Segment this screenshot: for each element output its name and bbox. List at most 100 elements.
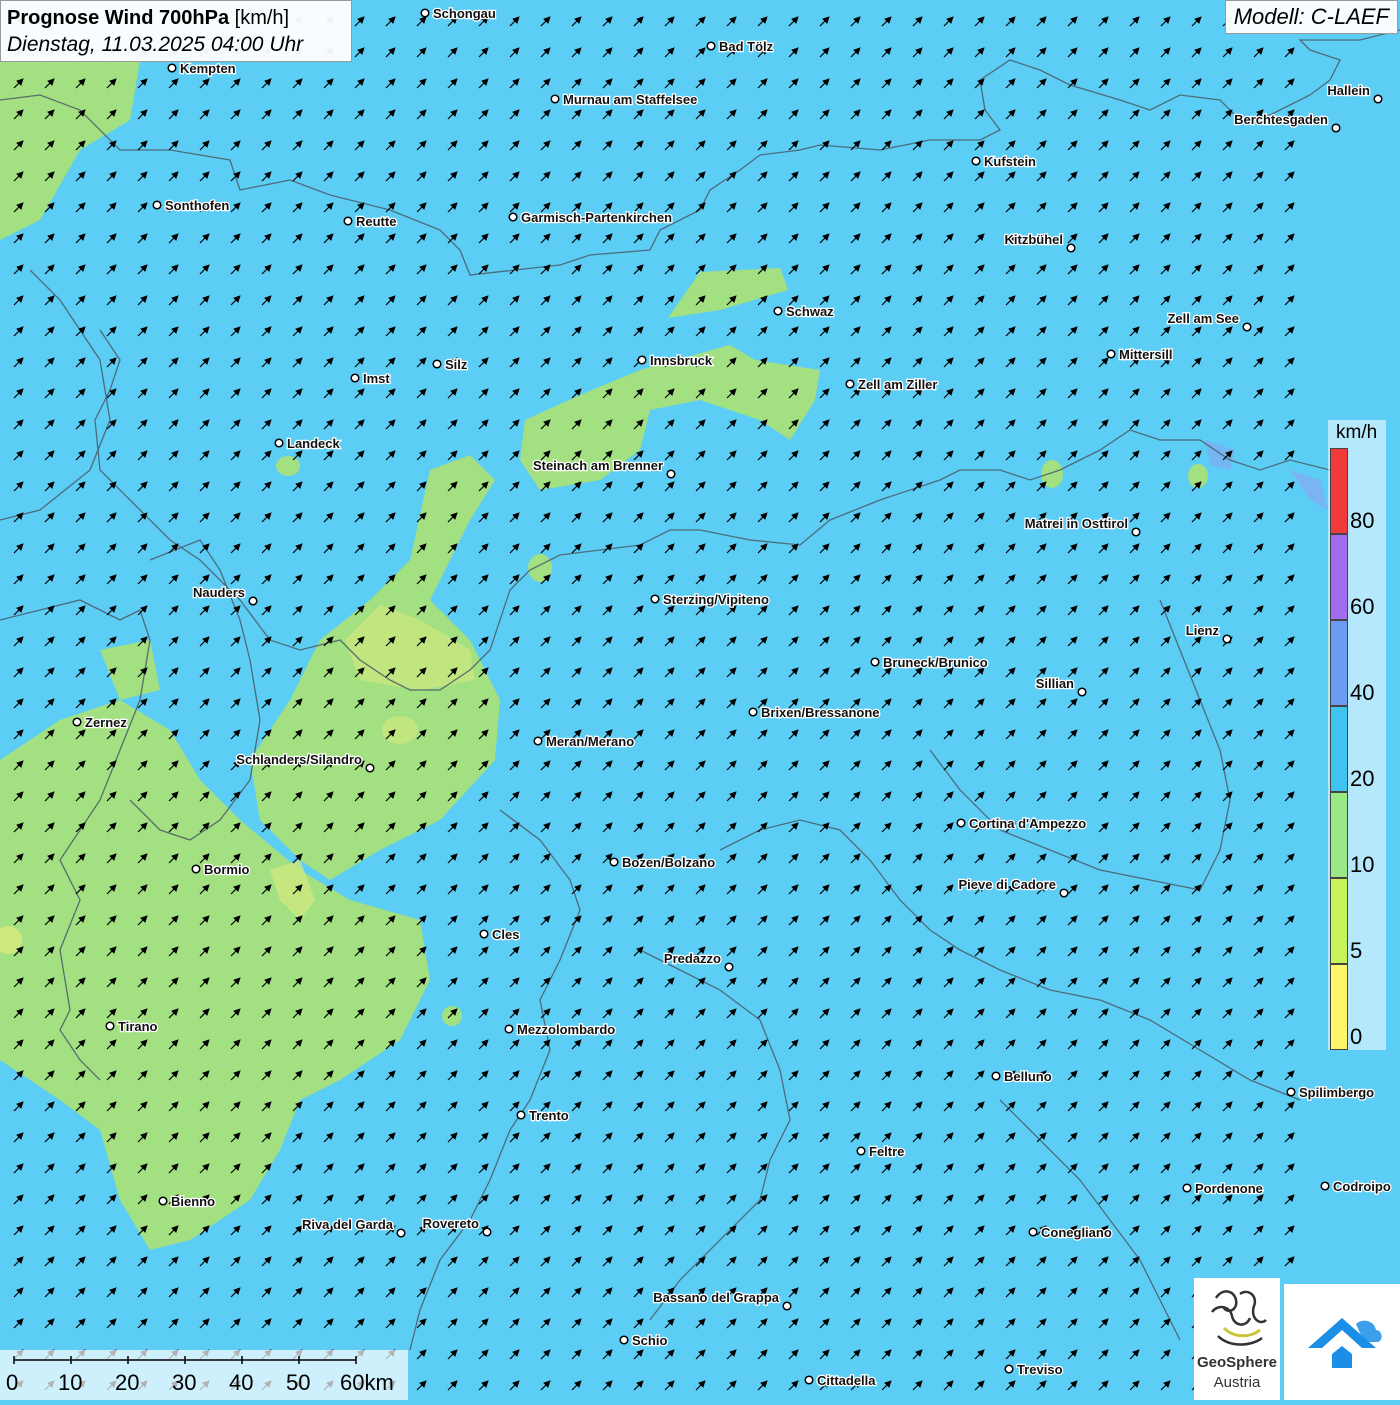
wind-map: Schongau Bad Tölz Kempten Murnau am Staffel…: [0, 0, 1400, 1400]
legend-label-60: 60: [1350, 594, 1375, 619]
city-label: Zernez: [85, 715, 127, 730]
map-title: Prognose Wind 700hPa [km/h]: [7, 4, 345, 32]
city-label: Matrei in Osttirol: [1025, 516, 1128, 531]
city-dot: [971, 156, 981, 166]
city-label: Predazzo: [664, 951, 721, 966]
city-label: Silz: [445, 357, 468, 372]
city-label: Codroipo: [1333, 1179, 1391, 1194]
scale-label-30: 30: [172, 1370, 197, 1395]
city-label: Riva del Garda: [302, 1217, 394, 1232]
city-dot: [1131, 527, 1141, 537]
legend-segment-80: [1330, 448, 1348, 534]
legend-segment-0: [1330, 964, 1348, 1050]
city-marker: Schongau: [420, 5, 497, 22]
city-dot: [1077, 687, 1087, 697]
city-dot: [72, 717, 82, 727]
city-marker: Innsbruck: [637, 352, 714, 369]
city-dot: [1182, 1183, 1192, 1193]
city-label: Landeck: [287, 436, 341, 451]
city-marker: Garmisch-Partenkirchen: [508, 209, 673, 226]
city-dot: [856, 1146, 866, 1156]
city-label: Trento: [529, 1108, 569, 1123]
city-marker: Murnau am Staffelsee: [550, 91, 699, 108]
city-dot: [870, 657, 880, 667]
city-label: Berchtesgaden: [1234, 112, 1328, 127]
city-label: Zell am See: [1167, 311, 1239, 326]
city-label: Kufstein: [984, 154, 1036, 169]
scale-bar: 0 10 20 30 40 50 60km: [0, 1350, 408, 1400]
geosphere-logo[interactable]: GeoSphere Austria: [1194, 1278, 1280, 1400]
city-marker: Mezzolombardo: [504, 1021, 617, 1038]
city-dot: [666, 469, 676, 479]
city-label: Schwaz: [786, 304, 834, 319]
green-spot-4: [528, 554, 552, 582]
city-label: Mittersill: [1119, 347, 1172, 362]
city-dot: [508, 212, 518, 222]
city-dot: [550, 94, 560, 104]
city-label: Pordenone: [1195, 1181, 1263, 1196]
city-dot: [105, 1021, 115, 1031]
forecast-date: Dienstag, 11.03.2025 04:00 Uhr: [7, 33, 304, 56]
legend-segment-10: [1330, 792, 1348, 878]
scale-label-20: 20: [115, 1370, 140, 1395]
city-label: Sonthofen: [165, 198, 229, 213]
city-label: Meran/Merano: [546, 734, 634, 749]
city-marker: Bruneck/Brunico: [870, 654, 989, 671]
legend-segment-20: [1330, 706, 1348, 792]
city-label: Schongau: [433, 6, 496, 21]
city-dot: [637, 355, 647, 365]
weather-app-logo[interactable]: [1284, 1284, 1400, 1400]
scale-label-10: 10: [58, 1370, 83, 1395]
city-marker: Meran/Merano: [533, 733, 635, 750]
city-label: Kitzbühel: [1005, 232, 1064, 247]
city-dot: [1242, 322, 1252, 332]
legend-label-10: 10: [1350, 852, 1375, 877]
city-label: Steinach am Brenner: [533, 458, 663, 473]
scale-label-40: 40: [229, 1370, 254, 1395]
map-title-main: Prognose Wind 700hPa: [7, 7, 230, 29]
city-marker: Sonthofen: [152, 197, 231, 214]
legend-segment-40: [1330, 620, 1348, 706]
city-marker: Brixen/Bressanone: [748, 704, 881, 721]
city-dot: [1320, 1181, 1330, 1191]
city-label: Cortina d'Ampezzo: [969, 816, 1086, 831]
city-label: Reutte: [356, 214, 396, 229]
city-dot: [706, 41, 716, 51]
city-marker: Zell am Ziller: [845, 376, 939, 393]
legend-label-20: 20: [1350, 766, 1375, 791]
city-dot: [1286, 1087, 1296, 1097]
city-dot: [420, 8, 430, 18]
city-label: Garmisch-Partenkirchen: [521, 210, 672, 225]
city-dot: [1222, 634, 1232, 644]
city-label: Schio: [632, 1333, 667, 1348]
city-label: Imst: [363, 371, 390, 386]
legend-segment-5: [1330, 878, 1348, 964]
geosphere-emblem-icon: [1211, 1290, 1267, 1346]
scale-label-50: 50: [286, 1370, 311, 1395]
city-dot: [248, 596, 258, 606]
geosphere-logo-subtext: Austria: [1213, 1374, 1261, 1391]
legend-label-5: 5: [1350, 938, 1363, 963]
city-dot: [504, 1024, 514, 1034]
city-label: Bassano del Grappa: [653, 1290, 779, 1305]
legend-bar: [1330, 448, 1348, 1050]
city-dot: [482, 1227, 492, 1237]
city-label: Sillian: [1036, 676, 1074, 691]
city-marker: Pordenone: [1182, 1180, 1264, 1197]
map-title-unit: [km/h]: [234, 7, 290, 29]
legend-label-40: 40: [1350, 680, 1375, 705]
city-label: Sterzing/Vipiteno: [663, 592, 769, 607]
city-marker: Sterzing/Vipiteno: [650, 591, 770, 608]
weather-app-icon: [1308, 1318, 1382, 1368]
title-box: Prognose Wind 700hPa [km/h] Dienstag, 11…: [0, 0, 352, 62]
city-label: Bormio: [204, 862, 250, 877]
city-marker: Spilimbergo: [1286, 1084, 1375, 1101]
city-dot: [748, 707, 758, 717]
city-label: Treviso: [1017, 1362, 1063, 1377]
city-dot: [782, 1301, 792, 1311]
legend-label-0: 0: [1350, 1024, 1363, 1049]
city-label: Nauders: [193, 585, 245, 600]
city-label: Spilimbergo: [1299, 1085, 1374, 1100]
city-dot: [956, 818, 966, 828]
geosphere-logo-text: GeoSphere: [1196, 1354, 1278, 1371]
